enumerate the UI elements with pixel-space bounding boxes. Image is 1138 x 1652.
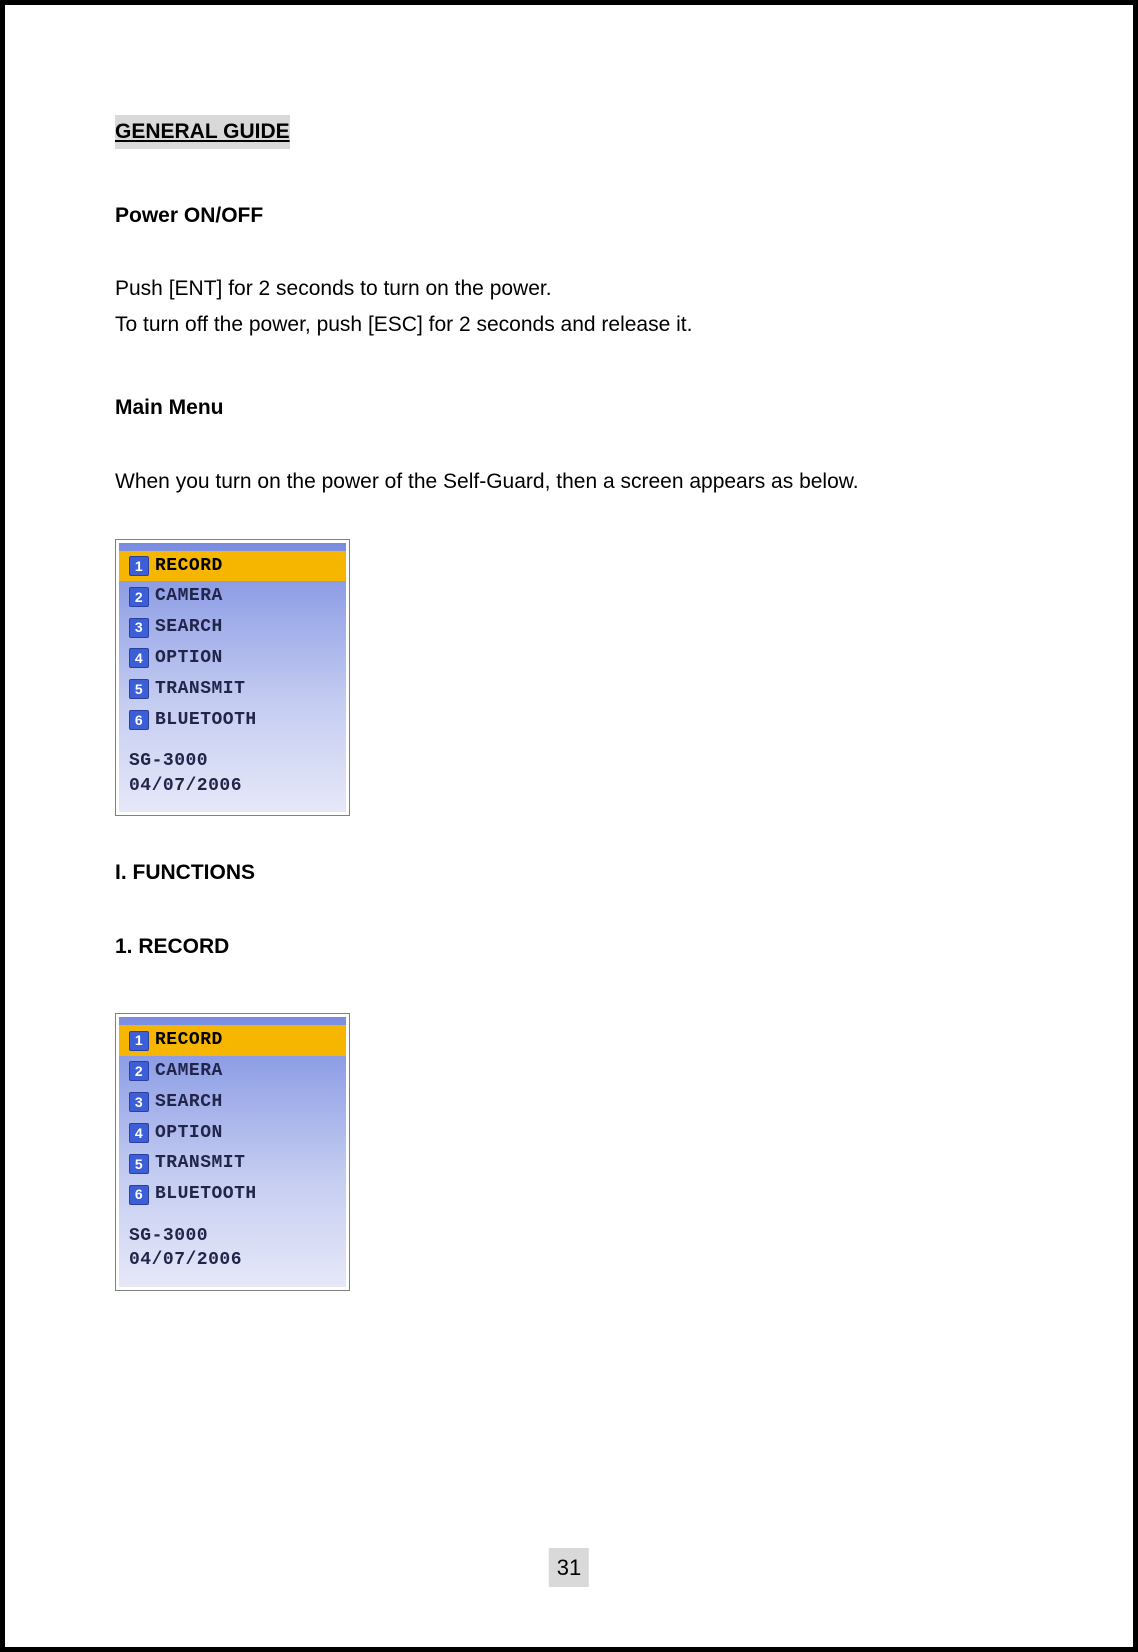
menu-num-5: 5 [129, 679, 149, 699]
menu2-num-2: 2 [129, 1061, 149, 1081]
menu2-num-5: 5 [129, 1154, 149, 1174]
menu2-num-3: 3 [129, 1092, 149, 1112]
menu-num-4: 4 [129, 648, 149, 668]
power-heading: Power ON/OFF [115, 199, 1023, 233]
menu-num-1: 1 [129, 556, 149, 576]
menu-label-record: RECORD [155, 552, 223, 581]
device-model-1: SG-3000 [129, 749, 336, 773]
menu2-num-6: 6 [129, 1185, 149, 1205]
record-heading: 1. RECORD [115, 930, 1023, 964]
device-date-1: 04/07/2006 [129, 774, 336, 798]
menu2-label-search: SEARCH [155, 1088, 223, 1117]
menu2-item-bluetooth: 6 BLUETOOTH [119, 1179, 346, 1210]
menu2-label-camera: CAMERA [155, 1057, 223, 1086]
menu-item-option: 4 OPTION [119, 643, 346, 674]
menu-item-search: 3 SEARCH [119, 612, 346, 643]
mainmenu-intro: When you turn on the power of the Self-G… [115, 465, 1023, 499]
menu-label-search: SEARCH [155, 613, 223, 642]
functions-heading: I. FUNCTIONS [115, 856, 1023, 890]
power-text-1: Push [ENT] for 2 seconds to turn on the … [115, 272, 1023, 306]
menu2-item-camera: 2 CAMERA [119, 1056, 346, 1087]
menu-num-6: 6 [129, 710, 149, 730]
device-screen-1: 1 RECORD 2 CAMERA 3 SEARCH 4 OPTION 5 TR… [119, 543, 346, 812]
menu-label-transmit: TRANSMIT [155, 675, 245, 704]
menu2-item-search: 3 SEARCH [119, 1087, 346, 1118]
menu2-label-record: RECORD [155, 1026, 223, 1055]
menu2-item-record: 1 RECORD [119, 1025, 346, 1056]
menu2-label-transmit: TRANSMIT [155, 1149, 245, 1178]
device-screenshot-2: 1 RECORD 2 CAMERA 3 SEARCH 4 OPTION 5 TR… [115, 1013, 350, 1290]
device-screenshot-1: 1 RECORD 2 CAMERA 3 SEARCH 4 OPTION 5 TR… [115, 539, 350, 816]
menu-num-2: 2 [129, 587, 149, 607]
menu2-item-transmit: 5 TRANSMIT [119, 1148, 346, 1179]
menu-item-bluetooth: 6 BLUETOOTH [119, 705, 346, 736]
page-number: 31 [549, 1548, 589, 1587]
device-model-2: SG-3000 [129, 1224, 336, 1248]
general-guide-title: GENERAL GUIDE [115, 115, 290, 149]
document-page: GENERAL GUIDE Power ON/OFF Push [ENT] fo… [0, 0, 1138, 1652]
device-date-2: 04/07/2006 [129, 1248, 336, 1272]
menu-item-camera: 2 CAMERA [119, 581, 346, 612]
menu-num-3: 3 [129, 618, 149, 638]
menu2-label-bluetooth: BLUETOOTH [155, 1180, 257, 1209]
menu-label-camera: CAMERA [155, 582, 223, 611]
device-screen-2: 1 RECORD 2 CAMERA 3 SEARCH 4 OPTION 5 TR… [119, 1017, 346, 1286]
menu2-item-option: 4 OPTION [119, 1118, 346, 1149]
menu2-num-4: 4 [129, 1123, 149, 1143]
menu2-label-option: OPTION [155, 1119, 223, 1148]
menu-item-transmit: 5 TRANSMIT [119, 674, 346, 705]
menu2-num-1: 1 [129, 1031, 149, 1051]
menu-label-option: OPTION [155, 644, 223, 673]
device-info-2: SG-3000 04/07/2006 [119, 1224, 346, 1273]
menu-item-record: 1 RECORD [119, 551, 346, 582]
power-text-2: To turn off the power, push [ESC] for 2 … [115, 308, 1023, 342]
menu-label-bluetooth: BLUETOOTH [155, 706, 257, 735]
device-info-1: SG-3000 04/07/2006 [119, 749, 346, 798]
mainmenu-heading: Main Menu [115, 391, 1023, 425]
